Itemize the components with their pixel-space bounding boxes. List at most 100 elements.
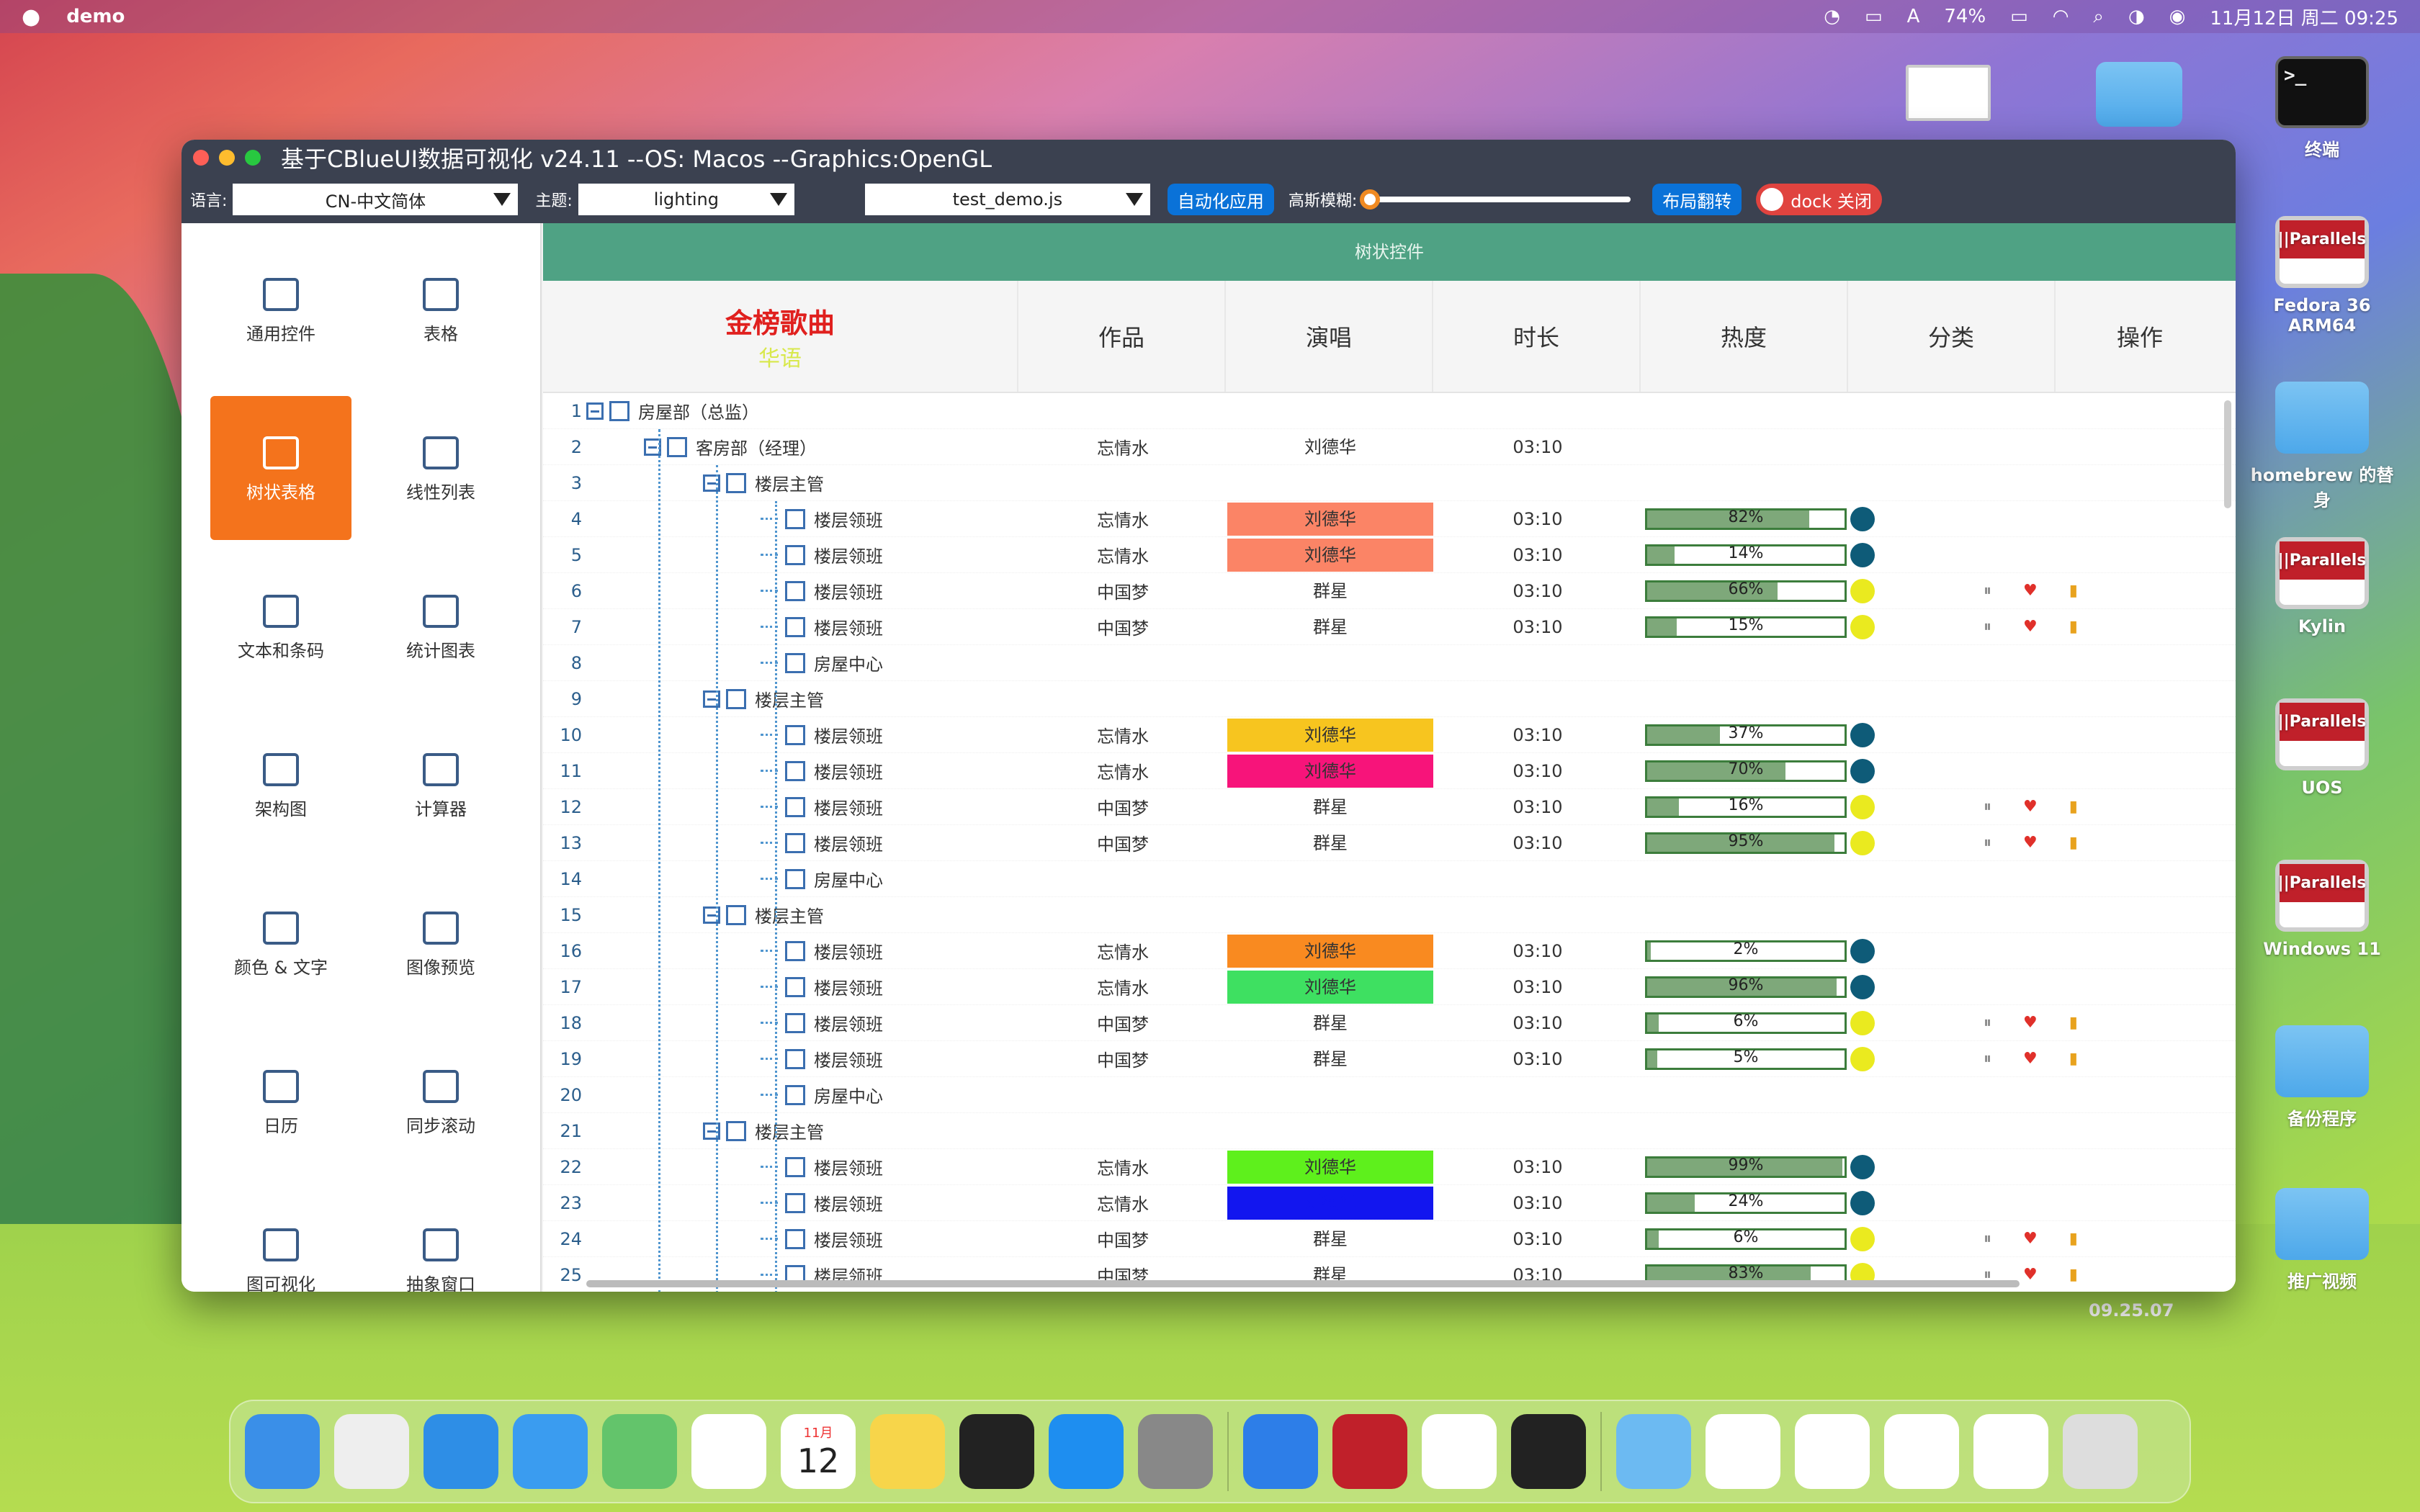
zoom-button[interactable] [245,150,261,166]
table-row[interactable]: 23 楼层领班 忘情水 刘德华 03:10 24% [543,1185,2236,1221]
table-row[interactable]: 17 楼层领班 忘情水 刘德华 03:10 96% [543,969,2236,1005]
sidebar-item-sync-scroll[interactable]: 同步滚动 [370,1030,511,1174]
dock-notes-icon[interactable] [870,1414,945,1489]
row-checkbox[interactable] [785,1012,805,1033]
table-row[interactable]: 14 房屋中心 [543,861,2236,897]
dock-calendar-icon[interactable]: 11月 12 [781,1414,856,1489]
table-row[interactable]: 3 楼层主管 [543,465,2236,501]
row-checkbox[interactable] [667,436,687,457]
sidebar-item-calendar[interactable]: 日历 [210,1030,351,1174]
column-header-singer[interactable]: 演唱 [1226,281,1433,392]
heart-icon[interactable]: ♥ [2023,798,2038,816]
row-checkbox[interactable] [726,688,746,709]
dock-doc3-icon[interactable] [1884,1414,1959,1489]
dock-safari-icon[interactable] [424,1414,498,1489]
table-row[interactable]: 1 房屋部（总监） [543,393,2236,429]
delete-icon[interactable]: ▮ [2069,1266,2078,1284]
row-checkbox[interactable] [785,1192,805,1213]
table-row[interactable]: 4 楼层领班 忘情水 刘德华 03:10 82% [543,501,2236,537]
dock-parallels-icon[interactable] [1332,1414,1407,1489]
row-checkbox[interactable] [785,580,805,601]
delete-icon[interactable]: ▮ [2069,1014,2078,1032]
desktop-icon-homebrew[interactable]: homebrew 的替身 [2250,382,2394,511]
row-checkbox[interactable] [785,940,805,961]
delete-icon[interactable]: ▮ [2069,834,2078,852]
layout-flip-button[interactable]: 布局翻转 [1652,184,1742,215]
theme-select[interactable]: lighting [578,184,794,215]
battery-icon[interactable]: ▭ [2010,6,2028,27]
column-header-work[interactable]: 作品 [1018,281,1226,392]
dock-photos-icon[interactable] [691,1414,766,1489]
desktop-icon-terminal[interactable]: >_ 终端 [2250,56,2394,161]
table-row[interactable]: 24 楼层领班 中国梦 群星 03:10 6% ⏸ ♥ ▮ [543,1221,2236,1257]
minimize-button[interactable] [219,150,235,166]
notification-icon[interactable]: ◔ [1824,6,1840,27]
collapse-toggle-icon[interactable] [586,402,604,420]
delete-icon[interactable]: ▮ [2069,1230,2078,1248]
dock-appstore-icon[interactable] [1049,1414,1124,1489]
horizontal-scrollbar[interactable] [586,1280,2020,1287]
row-checkbox[interactable] [726,1120,746,1141]
automation-button[interactable]: 自动化应用 [1167,184,1274,215]
row-checkbox[interactable] [785,760,805,781]
delete-icon[interactable]: ▮ [2069,618,2078,636]
language-select[interactable]: CN-中文简体 [233,184,519,215]
active-app-name[interactable]: demo [66,6,125,27]
sidebar-item-chart[interactable]: 统计图表 [370,554,511,698]
row-checkbox[interactable] [785,1228,805,1249]
sidebar-item-list[interactable]: 线性列表 [370,396,511,540]
heart-icon[interactable]: ♥ [2023,834,2038,852]
desktop-screenshot-thumbnail[interactable] [1901,65,1995,128]
heart-icon[interactable]: ♥ [2023,1266,2038,1284]
delete-icon[interactable]: ▮ [2069,798,2078,816]
dock-mail-icon[interactable] [513,1414,588,1489]
row-checkbox[interactable] [785,508,805,529]
table-row[interactable]: 15 楼层主管 [543,897,2236,933]
table-row[interactable]: 6 楼层领班 中国梦 群星 03:10 66% ⏸ ♥ ▮ [543,573,2236,609]
pause-icon[interactable]: ⏸ [1984,1050,1991,1068]
row-checkbox[interactable] [726,472,746,493]
column-header-actions[interactable]: 操作 [2056,281,2224,392]
display-icon[interactable]: ▭ [1865,6,1883,27]
table-row[interactable]: 16 楼层领班 忘情水 刘德华 03:10 2% [543,933,2236,969]
desktop-folder-unnamed[interactable] [2081,62,2197,134]
sidebar-item-tree-table[interactable]: 树状表格 [210,396,351,540]
dock-launchpad-icon[interactable] [334,1414,409,1489]
column-header-duration[interactable]: 时长 [1433,281,1641,392]
table-row[interactable]: 13 楼层领班 中国梦 群星 03:10 95% ⏸ ♥ ▮ [543,825,2236,861]
table-row[interactable]: 22 楼层领班 忘情水 刘德华 03:10 99% [543,1149,2236,1185]
row-checkbox[interactable] [726,904,746,925]
row-checkbox[interactable] [785,868,805,889]
dock-toggle[interactable]: dock 关闭 [1756,184,1882,215]
desktop-icon-fedora[interactable]: ||Parallels Fedora 36 ARM64 [2250,216,2394,336]
desktop-icon-backup[interactable]: 备份程序 [2250,1025,2394,1130]
table-row[interactable]: 18 楼层领班 中国梦 群星 03:10 6% ⏸ ♥ ▮ [543,1005,2236,1041]
sidebar-item-abstract-window[interactable]: 抽象窗口 [370,1188,511,1292]
spotlight-icon[interactable]: ⌕ [2093,6,2104,28]
blur-slider[interactable] [1360,189,1631,210]
pause-icon[interactable]: ⏸ [1984,1014,1991,1032]
sidebar-item-color-wheel[interactable]: 颜色 & 文字 [210,871,351,1015]
sidebar-item-org-chart[interactable]: 架构图 [210,713,351,857]
close-button[interactable] [193,150,209,166]
desktop-icon-kylin[interactable]: ||Parallels Kylin [2250,537,2394,636]
dock-doc1-icon[interactable] [1706,1414,1780,1489]
table-row[interactable]: 2 客房部（经理） 忘情水 刘德华 03:10 [543,429,2236,465]
heart-icon[interactable]: ♥ [2023,1050,2038,1068]
pause-icon[interactable]: ⏸ [1984,618,1991,636]
row-checkbox[interactable] [785,1156,805,1177]
dock-xcode-icon[interactable] [1243,1414,1318,1489]
table-row[interactable]: 11 楼层领班 忘情水 刘德华 03:10 70% [543,753,2236,789]
dock-folder-icon[interactable] [1616,1414,1691,1489]
heart-icon[interactable]: ♥ [2023,582,2038,600]
slider-knob[interactable] [1360,189,1381,210]
dock-maps-icon[interactable] [602,1414,677,1489]
row-checkbox[interactable] [785,976,805,997]
row-checkbox[interactable] [785,832,805,853]
menubar-clock[interactable]: 11月12日 周二 09:25 [2210,4,2398,30]
sidebar-item-code-window[interactable]: 通用控件 [210,238,351,382]
desktop-icon-promo-video[interactable]: 推广视频 [2250,1188,2394,1292]
dock-qq-icon[interactable] [1422,1414,1497,1489]
apple-icon[interactable]: ● [22,4,40,30]
pause-icon[interactable]: ⏸ [1984,582,1991,600]
